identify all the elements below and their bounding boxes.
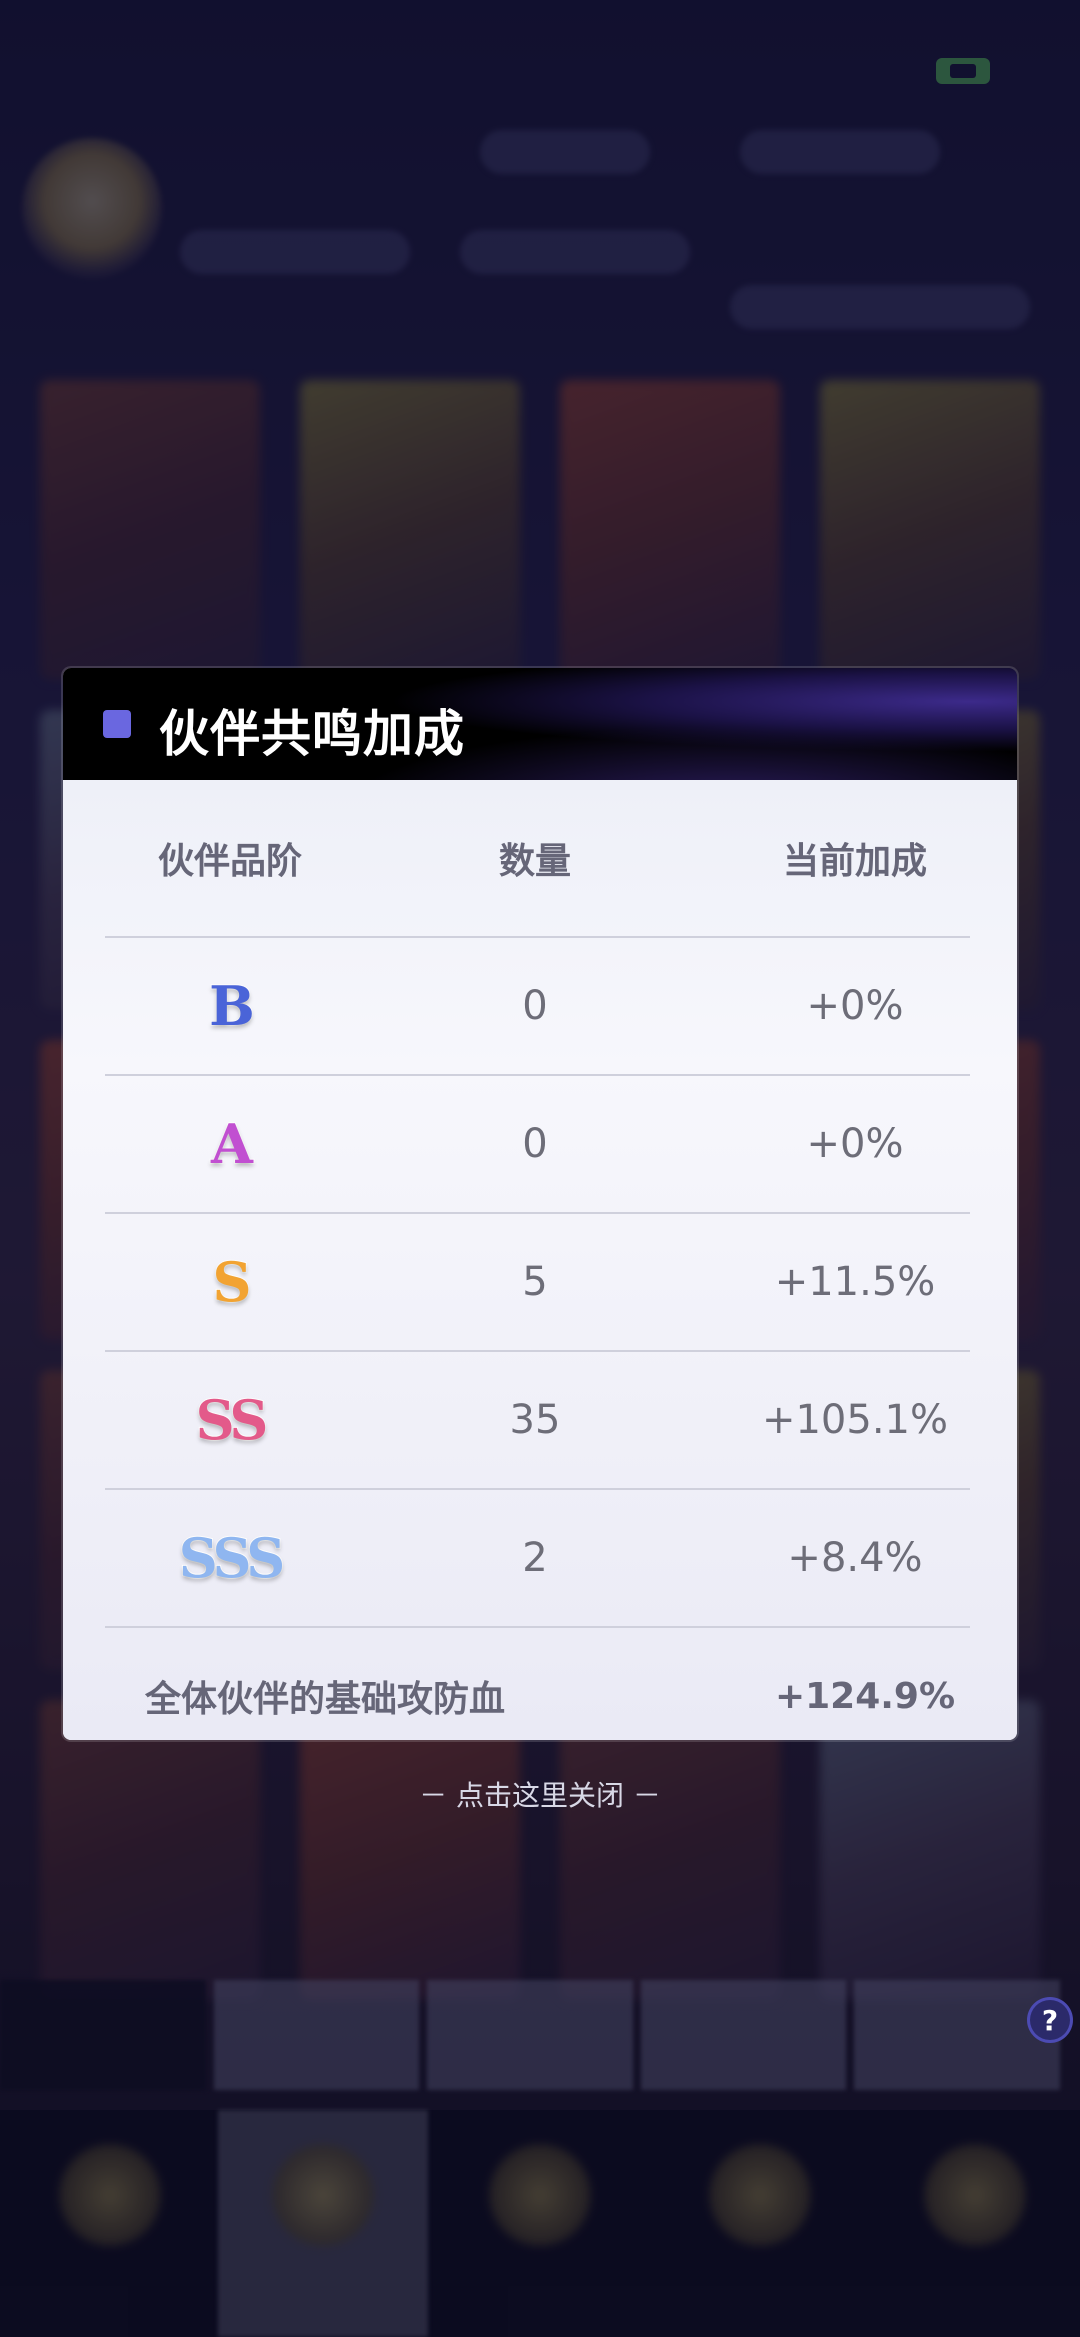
help-button[interactable]: ? (1030, 2000, 1070, 2040)
table-row: B 0 +0% (105, 938, 970, 1076)
total-row: 全体伙伴的基础攻防血 +124.9% (105, 1628, 970, 1740)
count-cell: 0 (522, 1121, 548, 1167)
dialog-title: 伙伴共鸣加成 (159, 704, 465, 763)
table-header-row: 伙伴品阶 数量 当前加成 (105, 780, 970, 938)
grade-sss-badge: SSS (178, 1526, 287, 1590)
resonance-bonus-dialog: 伙伴共鸣加成 伙伴品阶 数量 当前加成 B 0 +0% A 0 +0% S 5 (63, 668, 1017, 1740)
table-row: SS 35 +105.1% (105, 1352, 970, 1490)
title-marker-icon (103, 710, 131, 738)
grade-b-badge: B (208, 974, 256, 1038)
count-cell: 0 (522, 983, 548, 1029)
table-row: SSS 2 +8.4% (105, 1490, 970, 1628)
total-value: +124.9% (774, 1675, 956, 1717)
total-label: 全体伙伴的基础攻防血 (145, 1679, 506, 1720)
close-dialog-hint[interactable]: － 点击这里关闭 － (0, 1774, 1080, 1814)
grade-ss-badge: SS (195, 1388, 270, 1452)
count-cell: 2 (522, 1535, 548, 1581)
bonus-cell: +8.4% (787, 1535, 923, 1581)
dialog-header: 伙伴共鸣加成 (63, 668, 1017, 780)
grade-s-badge: S (212, 1250, 253, 1314)
bonus-cell: +105.1% (761, 1397, 949, 1443)
table-row: S 5 +11.5% (105, 1214, 970, 1352)
column-header-count: 数量 (498, 841, 571, 882)
count-cell: 5 (522, 1259, 548, 1305)
bonus-cell: +0% (806, 983, 904, 1029)
table-row: A 0 +0% (105, 1076, 970, 1214)
dialog-body: 伙伴品阶 数量 当前加成 B 0 +0% A 0 +0% S 5 +11.5% … (63, 780, 1017, 1740)
bonus-cell: +11.5% (774, 1259, 936, 1305)
grade-a-badge: A (210, 1112, 254, 1176)
count-cell: 35 (509, 1397, 561, 1443)
bonus-cell: +0% (806, 1121, 904, 1167)
column-header-grade: 伙伴品阶 (157, 841, 302, 882)
bonus-table: 伙伴品阶 数量 当前加成 B 0 +0% A 0 +0% S 5 +11.5% … (105, 780, 970, 1740)
column-header-bonus: 当前加成 (782, 841, 927, 882)
